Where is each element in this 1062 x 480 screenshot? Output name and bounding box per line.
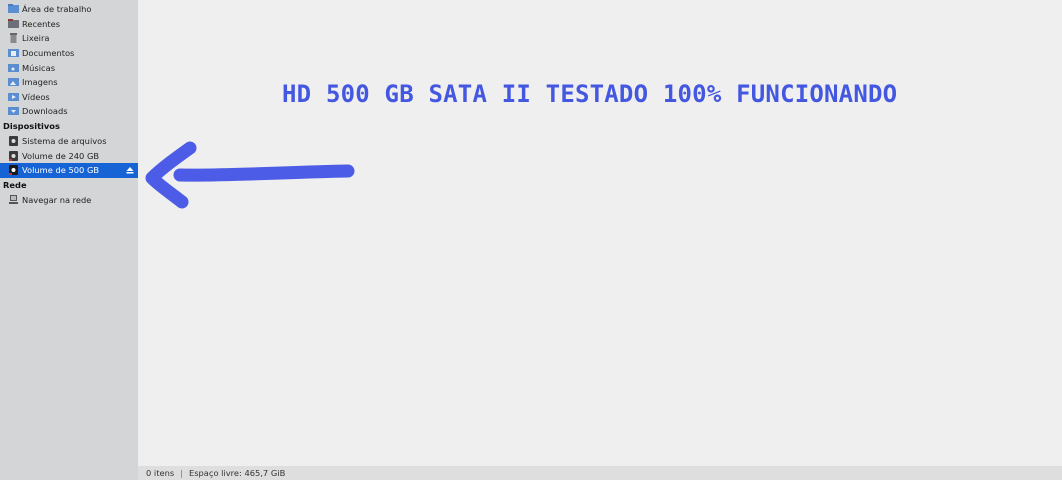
annotation-text: HD 500 GB SATA II TESTADO 100% FUNCIONAN… — [282, 80, 898, 108]
trash-icon — [10, 33, 17, 44]
sidebar-item-label: Imagens — [22, 77, 58, 88]
videos-folder-icon — [8, 92, 19, 101]
sidebar-item-browse-network[interactable]: Navegar na rede — [0, 193, 138, 208]
sidebar-item-videos[interactable]: Vídeos — [0, 90, 138, 105]
desktop-folder-icon — [8, 4, 19, 14]
pictures-folder-icon — [8, 78, 19, 87]
sidebar-item-documents[interactable]: Documentos — [0, 46, 138, 61]
network-icon — [9, 194, 18, 204]
sidebar-item-desktop[interactable]: Área de trabalho — [0, 2, 138, 17]
devices-header: Dispositivos — [3, 121, 60, 132]
items-count: 0 itens — [146, 468, 175, 478]
downloads-folder-icon — [8, 107, 19, 116]
status-bar: 0 itens | Espaço livre: 465,7 GiB — [138, 466, 1062, 480]
network-header: Rede — [3, 180, 27, 191]
annotation-arrow-icon — [145, 141, 355, 209]
file-view-area[interactable]: HD 500 GB SATA II TESTADO 100% FUNCIONAN… — [138, 0, 1062, 466]
drive-icon — [9, 150, 18, 161]
sidebar-item-music[interactable]: Músicas — [0, 60, 138, 75]
sidebar-item-trash[interactable]: Lixeira — [0, 31, 138, 46]
sidebar-item-label: Documentos — [22, 48, 75, 59]
sidebar-item-label: Sistema de arquivos — [22, 136, 107, 147]
free-space: Espaço livre: 465,7 GiB — [188, 468, 286, 478]
status-separator: | — [180, 468, 183, 478]
sidebar-item-label: Volume de 500 GB — [22, 165, 100, 176]
sidebar-item-label: Músicas — [22, 62, 56, 73]
file-manager-window: Área de trabalho Recentes Lixeira Docume… — [0, 0, 1062, 480]
sidebar-item-label: Vídeos — [22, 91, 50, 102]
sidebar-item-recent[interactable]: Recentes — [0, 17, 138, 32]
sidebar-item-label: Lixeira — [22, 33, 50, 44]
music-folder-icon — [8, 63, 19, 72]
sidebar: Área de trabalho Recentes Lixeira Docume… — [0, 0, 138, 480]
recent-folder-icon — [8, 18, 19, 28]
sidebar-item-pictures[interactable]: Imagens — [0, 75, 138, 90]
sidebar-item-label: Downloads — [22, 106, 68, 117]
sidebar-item-volume-240[interactable]: Volume de 240 GB — [0, 148, 138, 163]
sidebar-item-volume-500[interactable]: Volume de 500 GB — [0, 162, 138, 178]
sidebar-item-label: Navegar na rede — [22, 194, 92, 205]
drive-icon — [9, 165, 18, 176]
eject-icon[interactable] — [126, 165, 134, 175]
sidebar-item-downloads[interactable]: Downloads — [0, 104, 138, 119]
sidebar-item-label: Recentes — [22, 18, 61, 29]
documents-folder-icon — [8, 49, 19, 58]
sidebar-item-label: Volume de 240 GB — [22, 150, 100, 161]
sidebar-item-filesystem[interactable]: Sistema de arquivos — [0, 134, 138, 149]
sidebar-item-label: Área de trabalho — [22, 4, 92, 15]
drive-icon — [9, 136, 18, 147]
